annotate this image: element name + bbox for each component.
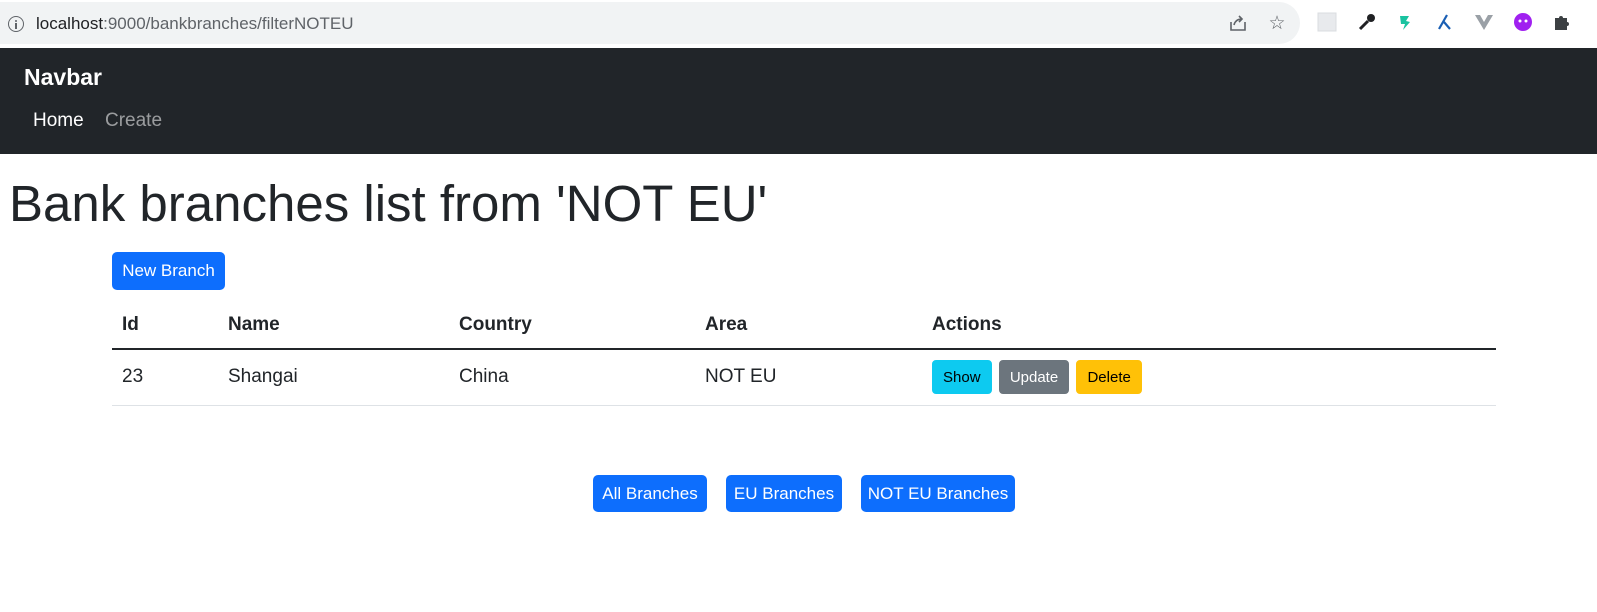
column-header-name: Name	[218, 302, 449, 350]
new-branch-button[interactable]: New Branch	[112, 252, 225, 290]
purple-face-icon[interactable]	[1511, 10, 1535, 34]
eu-branches-button[interactable]: EU Branches	[726, 475, 842, 512]
share-icon[interactable]	[1227, 12, 1249, 34]
extension-grid-icon[interactable]	[1315, 10, 1339, 34]
browser-toolbar: localhost:9000/bankbranches/filterNOTEU …	[0, 0, 1597, 48]
navbar: Navbar Home Create	[0, 48, 1597, 154]
page-title: Bank branches list from 'NOT EU'	[9, 175, 768, 232]
nav-link-home[interactable]: Home	[33, 110, 84, 132]
url-host: localhost	[36, 14, 104, 33]
dragon-icon[interactable]	[1394, 10, 1418, 34]
branches-table: Id Name Country Area Actions 23 Shangai …	[112, 302, 1496, 406]
delete-button[interactable]: Delete	[1076, 360, 1142, 395]
branch-icon[interactable]	[1433, 10, 1457, 34]
navbar-brand[interactable]: Navbar	[24, 64, 102, 91]
table-row: 23 Shangai China NOT EU Show Update Dele…	[112, 349, 1496, 406]
vue-icon[interactable]	[1472, 10, 1496, 34]
column-header-id: Id	[112, 302, 218, 350]
column-header-area: Area	[695, 302, 922, 350]
cell-id: 23	[112, 349, 218, 406]
address-bar[interactable]: localhost:9000/bankbranches/filterNOTEU …	[0, 2, 1300, 44]
all-branches-button[interactable]: All Branches	[593, 475, 707, 512]
show-button[interactable]: Show	[932, 360, 992, 395]
puzzle-icon[interactable]	[1550, 10, 1574, 34]
cell-actions: Show Update Delete	[922, 349, 1496, 406]
url-text[interactable]: localhost:9000/bankbranches/filterNOTEU	[36, 14, 354, 34]
cell-area: NOT EU	[695, 349, 922, 406]
nav-link-create[interactable]: Create	[105, 110, 162, 132]
cell-country: China	[449, 349, 695, 406]
cell-name: Shangai	[218, 349, 449, 406]
info-icon[interactable]	[8, 16, 24, 32]
star-icon[interactable]: ☆	[1266, 12, 1288, 34]
url-path: :9000/bankbranches/filterNOTEU	[103, 14, 354, 33]
update-button[interactable]: Update	[998, 360, 1070, 395]
eyedropper-icon[interactable]	[1355, 10, 1379, 34]
not-eu-branches-button[interactable]: NOT EU Branches	[861, 475, 1015, 512]
table-header-row: Id Name Country Area Actions	[112, 302, 1496, 350]
column-header-country: Country	[449, 302, 695, 350]
column-header-actions: Actions	[922, 302, 1496, 350]
